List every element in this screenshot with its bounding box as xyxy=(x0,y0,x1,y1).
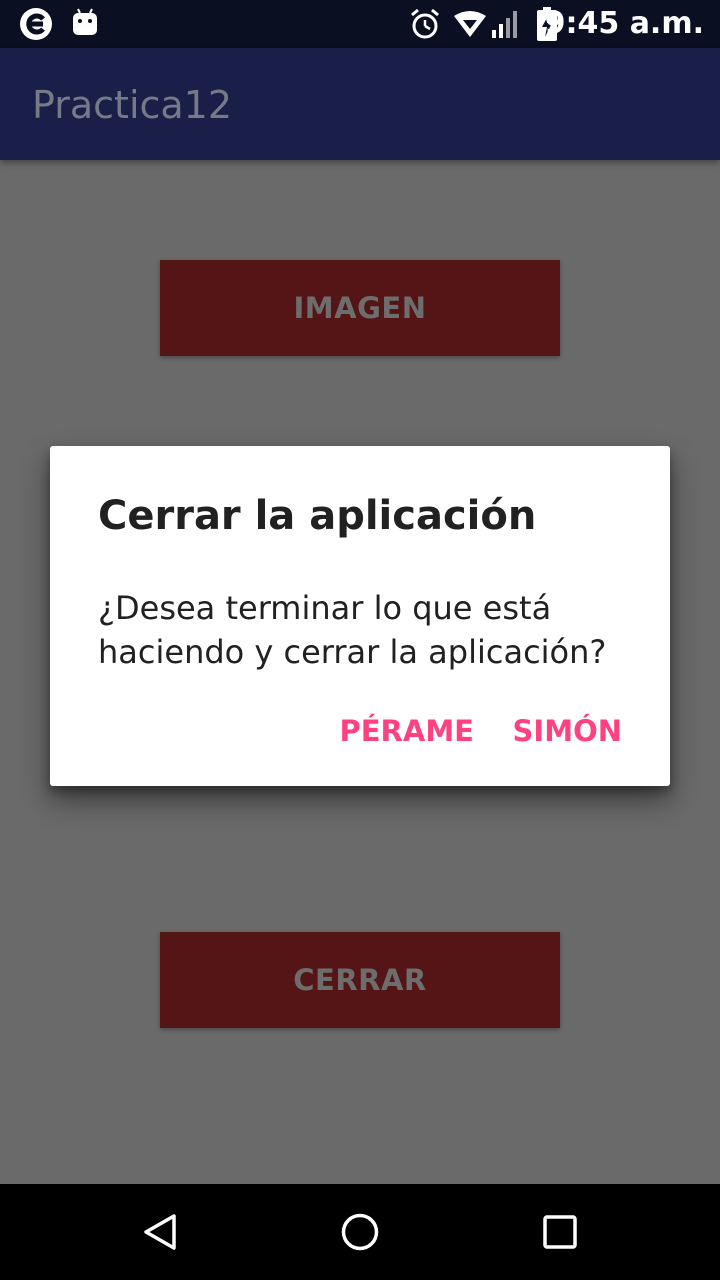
navigation-bar xyxy=(0,1184,720,1280)
back-icon[interactable] xyxy=(140,1212,180,1256)
screen: 9:45 a.m. Practica12 IMAGEN CERRAR Cerra… xyxy=(0,0,720,1280)
recents-icon[interactable] xyxy=(540,1212,580,1256)
android-icon xyxy=(72,8,98,40)
dialog-title: Cerrar la aplicación xyxy=(98,493,537,539)
dialog-message: ¿Desea terminar lo que está haciendo y c… xyxy=(98,589,607,671)
close-button[interactable]: CERRAR xyxy=(160,932,560,1028)
home-icon[interactable] xyxy=(340,1212,380,1256)
signal-icon xyxy=(490,8,522,44)
app-title: Practica12 xyxy=(32,83,233,127)
image-button[interactable]: IMAGEN xyxy=(160,260,560,356)
browser-e-icon xyxy=(18,6,54,46)
status-time: 9:45 a.m. xyxy=(544,6,704,41)
alarm-icon xyxy=(410,8,440,44)
status-bar: 9:45 a.m. xyxy=(0,0,720,48)
alert-dialog: Cerrar la aplicación ¿Desea terminar lo … xyxy=(50,446,670,786)
dialog-negative-button[interactable]: PÉRAME xyxy=(339,706,474,756)
dialog-positive-button[interactable]: SIMÓN xyxy=(513,706,622,756)
app-bar: Practica12 xyxy=(0,48,720,160)
wifi-icon xyxy=(452,10,488,42)
